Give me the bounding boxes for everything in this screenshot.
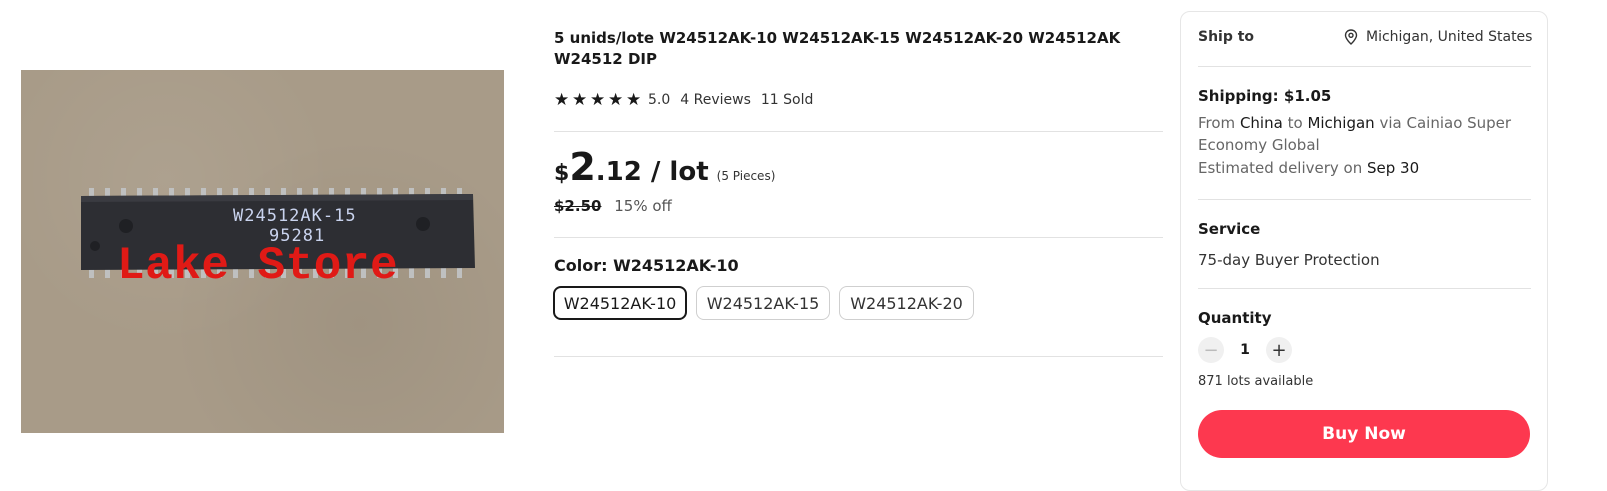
price-integer: 2	[569, 145, 596, 189]
watermark: Lake Store	[117, 240, 399, 292]
service-label: Service	[1198, 220, 1261, 238]
quantity-stepper: − 1 +	[1198, 337, 1292, 363]
plus-icon[interactable]: +	[1266, 337, 1292, 363]
divider	[554, 237, 1163, 238]
star-rating[interactable]: ★ ★ ★ ★ ★	[554, 90, 642, 110]
star-icon: ★	[626, 90, 642, 110]
color-option-w24512ak-15[interactable]: W24512AK-15	[696, 286, 830, 320]
shipping-cost: Shipping: $1.05	[1198, 87, 1332, 105]
delivery-date: Sep 30	[1367, 159, 1420, 177]
quantity-value[interactable]: 1	[1224, 342, 1266, 358]
divider	[554, 131, 1163, 132]
original-price-row: $2.50 15% off	[554, 197, 672, 215]
color-option-w24512ak-10[interactable]: W24512AK-10	[553, 286, 687, 320]
divider	[1198, 199, 1531, 200]
product-image[interactable]: W24512AK-15 95281 Lake Store	[21, 70, 504, 433]
shipping-route: From China to Michigan via Cainiao Super…	[1198, 112, 1528, 156]
ship-to-selector[interactable]: Michigan, United States	[1344, 29, 1532, 45]
from-country: China	[1239, 114, 1283, 132]
delivery-prefix: Estimated delivery on	[1198, 159, 1363, 177]
quantity-label: Quantity	[1198, 309, 1272, 327]
availability: 871 lots available	[1198, 374, 1314, 389]
discount-badge: 15% off	[614, 197, 672, 215]
rating-row: ★ ★ ★ ★ ★ 5.0 4 Reviews 11 Sold	[554, 90, 823, 110]
price-pieces: (5 Pieces)	[716, 169, 776, 183]
estimated-delivery: Estimated delivery on Sep 30	[1198, 159, 1419, 177]
to-location: Michigan	[1307, 114, 1375, 132]
star-icon: ★	[554, 90, 570, 110]
star-icon: ★	[572, 90, 588, 110]
to-word: to	[1287, 114, 1303, 132]
price-decimal-unit: .12 / lot	[595, 157, 709, 187]
star-icon: ★	[608, 90, 624, 110]
service-value[interactable]: 75-day Buyer Protection	[1198, 251, 1380, 269]
sold-count: 11 Sold	[760, 92, 814, 108]
divider	[554, 356, 1163, 357]
location-pin-icon	[1344, 29, 1358, 45]
reviews-link[interactable]: 4 Reviews	[680, 92, 751, 108]
ship-to-label: Ship to	[1198, 29, 1255, 45]
star-icon: ★	[590, 90, 606, 110]
color-option-w24512ak-20[interactable]: W24512AK-20	[839, 286, 974, 320]
price: $ 2 .12 / lot (5 Pieces)	[554, 148, 775, 187]
from-prefix: From	[1198, 114, 1236, 132]
divider	[1198, 66, 1531, 67]
product-title: 5 unids/lote W24512AK-10 W24512AK-15 W24…	[554, 29, 1121, 68]
divider	[1198, 288, 1531, 289]
rating-score: 5.0	[648, 92, 671, 108]
original-price: $2.50	[554, 197, 602, 215]
color-label: Color: W24512AK-10	[554, 256, 739, 275]
ship-to-location: Michigan, United States	[1366, 29, 1533, 45]
chip-marking-line1: W24512AK-15	[233, 206, 357, 226]
price-currency: $	[554, 161, 570, 186]
minus-icon[interactable]: −	[1198, 337, 1224, 363]
buy-now-button[interactable]: Buy Now	[1198, 410, 1530, 458]
